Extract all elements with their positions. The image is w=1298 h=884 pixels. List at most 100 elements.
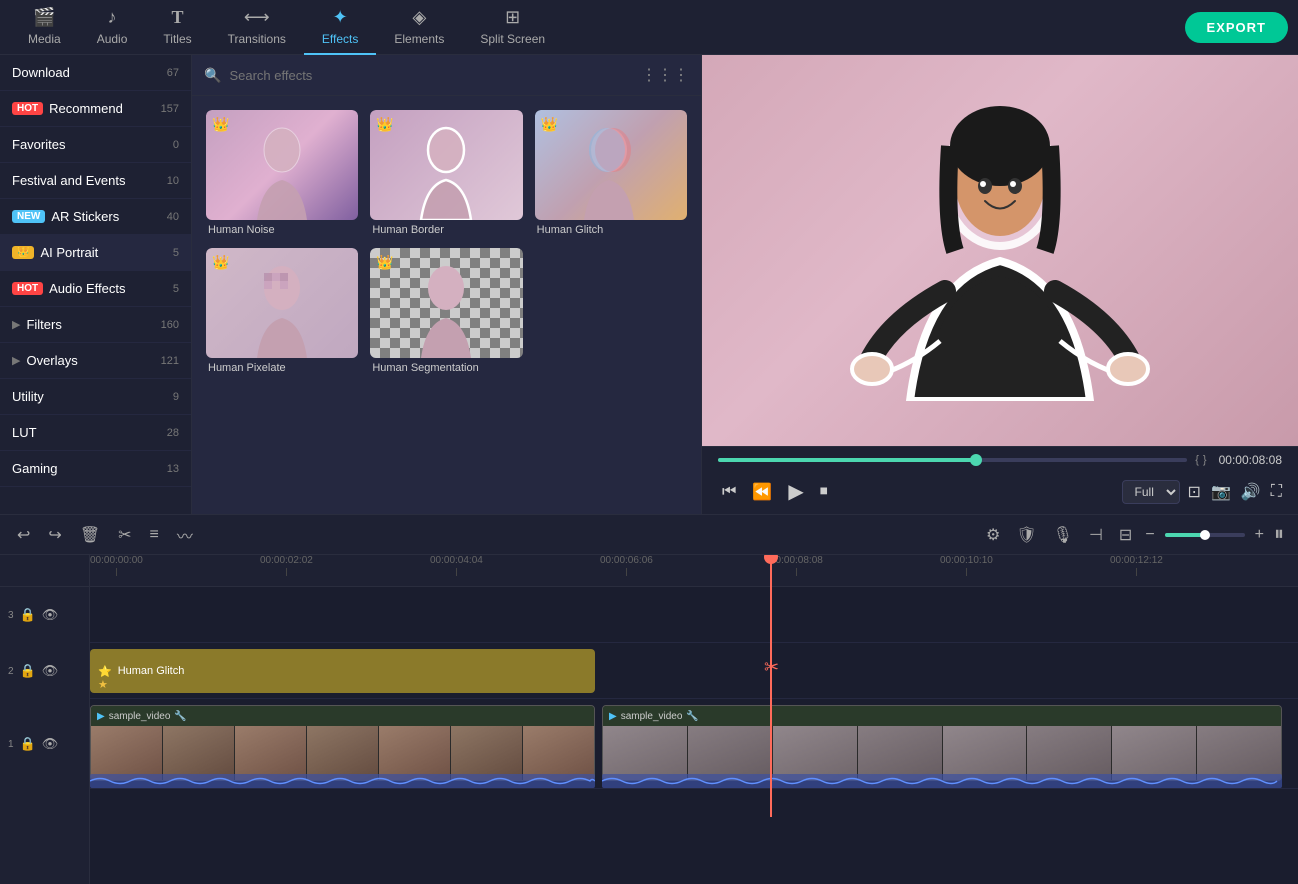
preview-subject [830,101,1170,401]
snapshot-icon[interactable]: 📷 [1211,482,1231,502]
nav-titles[interactable]: T Titles [145,0,209,55]
nav-splitscreen[interactable]: ⊞ Split Screen [462,0,563,55]
hot-badge-2: HOT [12,282,43,295]
nav-titles-label: Titles [163,32,191,46]
nav-transitions[interactable]: ⟷ Transitions [210,0,304,55]
effect-clip-label: Human Glitch [118,665,185,677]
volume-icon[interactable]: 🔊 [1241,482,1261,502]
effect-clip-human-glitch[interactable]: ⭐ Human Glitch ★ [90,649,595,693]
timeline-right-tools: ⚙ 🛡 🎙 ⊣ ⊟ − + ⏸ [983,522,1284,548]
effect-thumb-human-glitch: 👑 [535,110,687,220]
time-mark-4: 00:00:08:08 [770,555,823,576]
search-input[interactable] [229,68,633,83]
caption-icon[interactable]: ⊟ [1116,522,1135,548]
eye-icon-2[interactable]: 👁 [42,663,59,679]
sidebar: Download 67 HOT Recommend 157 Favorites … [0,55,192,514]
nav-elements-label: Elements [394,32,444,46]
new-badge: NEW [12,210,45,223]
stop-button[interactable]: ⏹ [816,479,832,505]
effect-human-segmentation[interactable]: 👑 Human Segmentation [370,248,522,374]
arrow-icon: ▶ [12,318,20,331]
progress-bar-wrap: { } 00:00:08:08 [718,453,1282,467]
fullscreen-icon[interactable]: ⛶ [1271,483,1282,501]
pip-icon[interactable]: ⊡ [1188,482,1201,502]
video-clip-1-label: sample_video [109,711,171,722]
delete-button[interactable]: 🗑 [77,522,103,548]
zoom-in-button[interactable]: + [1255,526,1264,544]
sidebar-festival-count: 10 [167,175,179,187]
video-clip-2[interactable]: ▶ sample_video 🔧 [602,705,1282,781]
track-2-num: 2 [8,666,14,677]
sidebar-lut-count: 28 [167,427,179,439]
play-button[interactable]: ▶ [784,475,807,508]
effect-human-noise[interactable]: 👑 Human Noise [206,110,358,236]
audio-waveform-2 [602,774,1282,788]
audio-wave-button[interactable]: 〰 [174,520,196,550]
cut-button[interactable]: ✂ [115,522,134,548]
splitscreen-icon: ⊞ [505,7,520,28]
video-frames [91,726,594,781]
grid-view-icon[interactable]: ⋮⋮⋮ [641,65,689,85]
timeline-pause-button[interactable]: ⏸ [1274,523,1284,546]
sidebar-item-gaming[interactable]: Gaming 13 [0,451,191,487]
quality-select[interactable]: Full [1122,480,1180,504]
progress-bar[interactable] [718,458,1187,462]
shield-icon[interactable]: 🛡 [1013,522,1039,548]
settings-icon[interactable]: ⚙ [983,522,1003,548]
frame-2-5 [943,726,1027,781]
undo-button[interactable]: ↩ [14,522,33,548]
progress-handle[interactable] [970,454,982,466]
effect-human-border[interactable]: 👑 Human Border [370,110,522,236]
zoom-out-button[interactable]: − [1145,526,1154,544]
effect-human-glitch[interactable]: 👑 Human Glitch [535,110,687,236]
redo-button[interactable]: ↪ [45,522,64,548]
effect-human-pixelate[interactable]: 👑 Human Pixelate [206,248,358,374]
sidebar-item-filters[interactable]: ▶ Filters 160 [0,307,191,343]
nav-elements[interactable]: ◈ Elements [376,0,462,55]
effect-label-human-noise: Human Noise [206,224,358,236]
video-clip-2-header: ▶ sample_video 🔧 [603,706,1281,726]
export-button[interactable]: EXPORT [1185,12,1288,43]
step-back-button[interactable]: ⏮ [718,479,740,505]
sidebar-item-utility[interactable]: Utility 9 [0,379,191,415]
sidebar-item-recommend[interactable]: HOT Recommend 157 [0,91,191,127]
sidebar-item-favorites[interactable]: Favorites 0 [0,127,191,163]
sidebar-item-audio-effects[interactable]: HOT Audio Effects 5 [0,271,191,307]
nav-media[interactable]: 🎬 Media [10,0,79,55]
sidebar-item-ar-stickers[interactable]: NEW AR Stickers 40 [0,199,191,235]
zoom-handle[interactable] [1200,530,1210,540]
sidebar-favorites-label: Favorites [12,137,173,152]
track-labels: 3 🔒 👁 2 🔒 👁 1 🔒 👁 [0,555,90,884]
sidebar-item-festival[interactable]: Festival and Events 10 [0,163,191,199]
timeline-lanes: 00:00:00:00 00:00:02:02 00:00:04:04 00:0… [90,555,1298,884]
nav-effects[interactable]: ✦ Effects [304,0,376,55]
eye-icon-1[interactable]: 👁 [42,736,59,752]
crown-icon-2: 👑 [376,116,393,133]
mic-icon[interactable]: 🎙 [1050,522,1076,548]
effects-panel: 🔍 ⋮⋮⋮ 👑 Human Noise 👑 [192,55,702,514]
frame-back-button[interactable]: ⏪ [748,478,776,506]
split-icon[interactable]: ⊣ [1086,522,1106,548]
lock-icon-2[interactable]: 🔒 [20,663,36,679]
sidebar-item-ai-portrait[interactable]: 👑 AI Portrait 5 [0,235,191,271]
sidebar-item-overlays[interactable]: ▶ Overlays 121 [0,343,191,379]
timeline-section: ↩ ↪ 🗑 ✂ ≡ 〰 ⚙ 🛡 🎙 ⊣ ⊟ − + ⏸ 3 [0,514,1298,884]
sidebar-lut-label: LUT [12,425,167,440]
nav-splitscreen-label: Split Screen [480,32,545,46]
lock-icon-1[interactable]: 🔒 [20,736,36,752]
sidebar-item-download[interactable]: Download 67 [0,55,191,91]
eye-icon-3[interactable]: 👁 [42,607,59,623]
zoom-bar[interactable] [1165,533,1245,537]
media-icon: 🎬 [33,7,55,28]
sidebar-utility-count: 9 [173,391,179,403]
adjust-button[interactable]: ≡ [147,523,162,547]
nav-audio[interactable]: ♪ Audio [79,0,146,55]
playhead-scissors: ✂ [764,657,779,678]
effects-icon: ✦ [333,7,348,28]
sidebar-filters-count: 160 [161,319,179,331]
preview-controls: { } 00:00:08:08 ⏮ ⏪ ▶ ⏹ Full ⊡ 📷 🔊 ⛶ [702,446,1298,514]
audio-icon: ♪ [108,7,117,28]
video-clip-1[interactable]: ▶ sample_video 🔧 [90,705,595,781]
sidebar-item-lut[interactable]: LUT 28 [0,415,191,451]
lock-icon-3[interactable]: 🔒 [20,607,36,623]
